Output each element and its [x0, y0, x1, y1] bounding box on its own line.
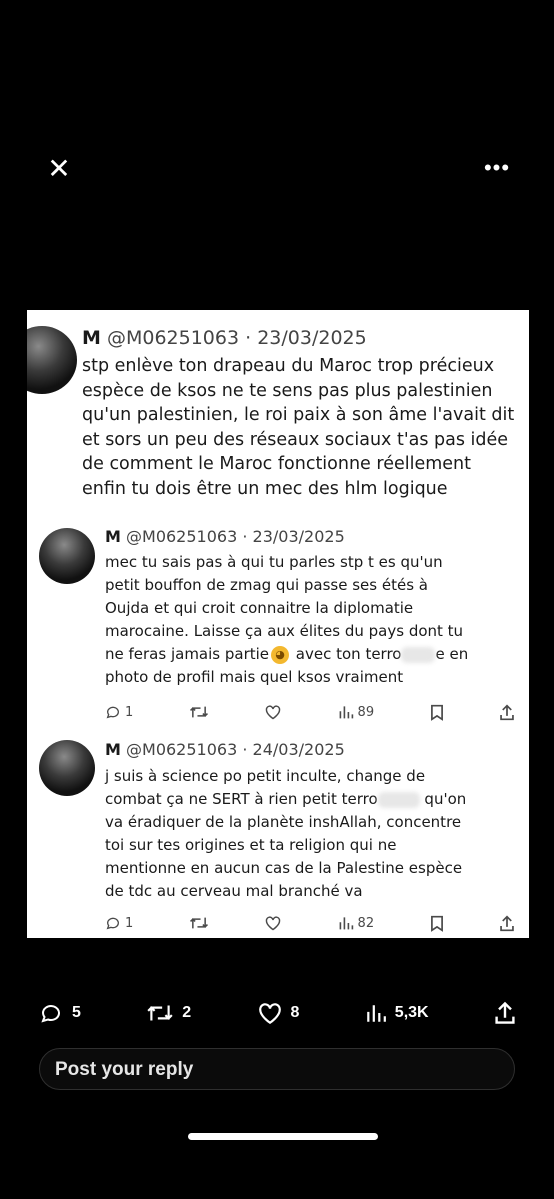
repost-icon	[147, 1005, 173, 1021]
views-button[interactable]: 82	[338, 915, 375, 931]
author-name: M	[82, 327, 101, 349]
reply-button[interactable]: 1	[105, 704, 133, 720]
author-handle: @M06251063	[126, 740, 238, 759]
views-button[interactable]: 5,3K	[365, 1002, 429, 1024]
reply-icon	[106, 706, 119, 719]
blurred-text	[377, 791, 420, 808]
reply-button[interactable]: 5	[38, 1001, 81, 1025]
tweet-header: M @M06251063 · 23/03/2025	[82, 327, 367, 349]
post-actions: 5 2 8 5,3K	[38, 998, 516, 1028]
close-button[interactable]: ✕	[46, 154, 72, 184]
avatar	[39, 740, 95, 796]
avatar	[39, 528, 95, 584]
share-icon	[500, 703, 514, 720]
share-button[interactable]	[494, 1001, 516, 1025]
repost-button[interactable]: 2	[146, 1002, 191, 1024]
reply-count: 1	[125, 704, 134, 720]
like-button[interactable]	[264, 915, 282, 931]
like-button[interactable]	[264, 704, 282, 720]
repost-icon	[189, 917, 208, 929]
like-icon	[258, 1003, 281, 1025]
author-name: M	[105, 740, 121, 759]
tweet-header: M @M06251063 · 24/03/2025	[105, 740, 345, 759]
more-icon: •••	[483, 155, 511, 180]
emoji-icon: ◕	[271, 645, 290, 664]
like-count: 8	[290, 1004, 300, 1021]
blurred-text	[401, 646, 436, 663]
like-button[interactable]: 8	[257, 1001, 300, 1025]
bookmark-icon	[430, 704, 443, 721]
share-button[interactable]	[499, 703, 515, 721]
tweet-text: mec tu sais pas à qui tu parles stp t es…	[105, 551, 525, 689]
more-options-button[interactable]: •••	[482, 156, 512, 180]
repost-icon	[189, 706, 208, 718]
close-icon: ✕	[47, 153, 71, 184]
author-name: M	[105, 527, 121, 546]
share-icon	[500, 914, 514, 931]
like-icon	[265, 705, 281, 720]
bookmark-button[interactable]	[430, 704, 444, 721]
reply-count: 1	[125, 915, 134, 931]
repost-count: 2	[182, 1004, 192, 1021]
avatar	[27, 326, 77, 394]
reply-button[interactable]: 1	[105, 915, 133, 931]
tweet-date: · 23/03/2025	[242, 527, 345, 546]
tweet-actions: 1 82	[105, 912, 515, 934]
tweet-date: · 24/03/2025	[242, 740, 345, 759]
tweet-text: stp enlève ton drapeau du Maroc trop pré…	[82, 356, 515, 499]
repost-button[interactable]	[189, 704, 209, 720]
reply-count: 5	[72, 1004, 81, 1021]
author-handle: @M06251063	[126, 527, 238, 546]
like-icon	[265, 916, 281, 931]
tweet-actions: 1 89	[105, 701, 515, 723]
tweet-text: j suis à science po petit inculte, chang…	[105, 765, 525, 903]
views-icon	[339, 917, 353, 930]
bookmark-button[interactable]	[430, 915, 444, 932]
reply-placeholder: Post your reply	[55, 1059, 194, 1080]
tweet-text-part: avec ton terro	[291, 645, 402, 663]
views-count: 89	[357, 704, 375, 720]
reply-icon	[106, 917, 119, 930]
reply-icon	[41, 1005, 60, 1023]
views-count: 82	[357, 915, 375, 931]
author-handle: @M06251063	[106, 327, 240, 349]
reply-input[interactable]: Post your reply	[39, 1048, 515, 1090]
views-icon	[339, 706, 353, 719]
home-indicator[interactable]	[188, 1133, 378, 1140]
views-icon	[366, 1005, 386, 1022]
attached-image[interactable]: M @M06251063 · 23/03/2025 stp enlève ton…	[27, 310, 529, 938]
views-count: 5,3K	[394, 1004, 429, 1021]
tweet-date: · 23/03/2025	[245, 327, 367, 349]
tweet-header: M @M06251063 · 23/03/2025	[105, 527, 345, 546]
share-icon	[495, 1001, 515, 1024]
views-button[interactable]: 89	[338, 704, 375, 720]
bookmark-icon	[430, 915, 443, 932]
share-button[interactable]	[499, 914, 515, 932]
repost-button[interactable]	[189, 915, 209, 931]
